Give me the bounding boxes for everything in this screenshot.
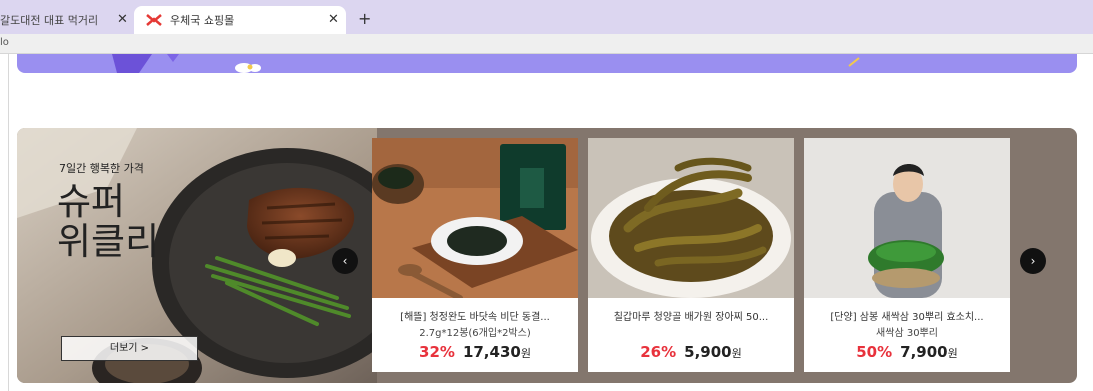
weekly-subtitle: 7일간 행복한 가격	[59, 162, 144, 175]
tab-label: 갈도대전 대표 먹거리	[0, 14, 99, 27]
product-card[interactable]: [단양] 삼봉 새싹삼 30뿌리 효소치... 새싹삼 30뿌리 50% 7,90…	[804, 138, 1010, 372]
weekly-title: 슈퍼 위클리	[57, 182, 217, 262]
product-name: [단양] 삼봉 새싹삼 30뿌리 효소치...	[830, 312, 984, 323]
price-unit: 원	[947, 347, 958, 360]
product-option: 2.7g*12봉(6개입*2박스)	[419, 328, 531, 339]
discount-rate: 26%	[640, 343, 677, 361]
browser-tab-bar: 갈도대전 대표 먹거리 ✕ 우체국 쇼핑몰 ✕ +	[0, 0, 1093, 34]
product-name: [해뜰] 청정완도 바닷속 비단 동결...	[400, 312, 550, 323]
tab-label: 우체국 쇼핑몰	[170, 14, 235, 27]
product-card[interactable]: 칠갑마루 청양골 배가원 장아찌 50... 26% 5,900원	[588, 138, 794, 372]
price-row: 32% 17,430원	[372, 342, 578, 361]
page-border	[8, 54, 9, 391]
price-unit: 원	[731, 347, 742, 360]
close-icon[interactable]: ✕	[328, 12, 339, 27]
product-name: 칠갑마루 청양골 배가원 장아찌 50...	[613, 312, 769, 323]
tab-post-office-shopping[interactable]: 우체국 쇼핑몰 ✕	[134, 6, 346, 34]
post-office-favicon-icon	[146, 14, 162, 26]
sale-price: 7,900	[900, 343, 948, 361]
chevron-left-icon[interactable]: ‹	[332, 248, 358, 274]
price-row: 26% 5,900원	[588, 342, 794, 361]
chevron-right-icon[interactable]: ›	[1020, 248, 1046, 274]
product-card[interactable]: [해뜰] 청정완도 바닷속 비단 동결... 2.7g*12봉(6개입*2박스)…	[372, 138, 578, 372]
plus-icon[interactable]: +	[358, 9, 371, 28]
sale-price: 17,430	[462, 343, 521, 361]
super-weekly-section: 7일간 행복한 가격 슈퍼 위클리 더보기 > [해뜰] 청정완도 바닷속 비단…	[17, 128, 1077, 383]
discount-rate: 32%	[419, 343, 455, 361]
sale-price: 5,900	[684, 343, 732, 361]
address-bar[interactable]: lo	[0, 34, 1093, 54]
product-option: 새싹삼 30뿌리	[876, 328, 938, 339]
ginseng-sprout-image	[804, 138, 1010, 298]
weekly-title-line1: 슈퍼	[57, 180, 126, 223]
weekly-title-line2: 위클리	[57, 220, 160, 263]
pickled-pepper-image	[588, 138, 794, 298]
price-row: 50% 7,900원	[804, 342, 1010, 361]
tab-gwangdo-food[interactable]: 갈도대전 대표 먹거리 ✕	[0, 6, 134, 34]
event-banner[interactable]	[17, 54, 1077, 73]
address-text: lo	[0, 37, 9, 48]
seaweed-product-image	[372, 138, 578, 301]
more-button[interactable]: 더보기 >	[61, 336, 198, 361]
discount-rate: 50%	[856, 343, 893, 361]
price-unit: 원	[520, 347, 531, 360]
close-icon[interactable]: ✕	[117, 12, 128, 27]
banner-decoration	[112, 54, 860, 73]
